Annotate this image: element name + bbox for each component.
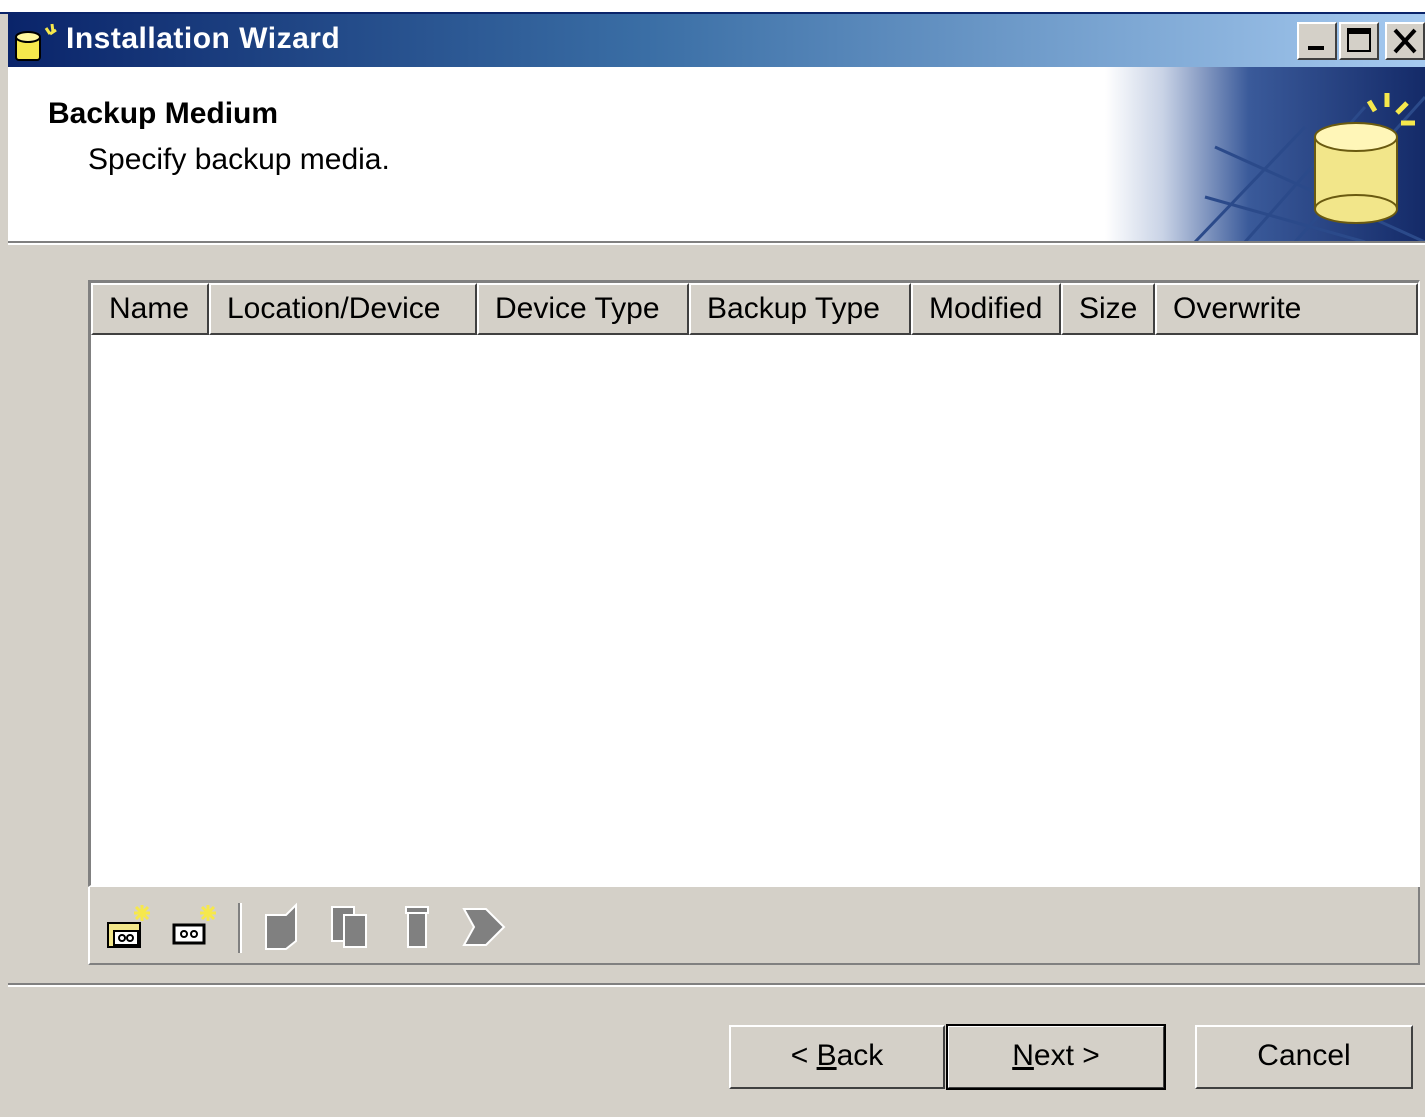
- delete-icon[interactable]: [394, 901, 444, 951]
- properties-icon[interactable]: [460, 901, 510, 951]
- column-header-size[interactable]: Size: [1061, 283, 1155, 335]
- new-folder-media-icon[interactable]: [104, 901, 154, 951]
- backup-media-list[interactable]: Name Location/Device Device Type Backup …: [88, 280, 1420, 887]
- column-header-modified[interactable]: Modified: [911, 283, 1061, 335]
- screen-top-strip: [0, 0, 1425, 14]
- wizard-header: Backup Medium Specify backup media.: [8, 67, 1425, 242]
- header-separator: [8, 241, 1425, 245]
- footer-separator: [8, 983, 1425, 987]
- next-button-label: ext >: [1033, 1039, 1100, 1072]
- copy-icon[interactable]: [326, 901, 376, 951]
- page-subtitle: Specify backup media.: [88, 143, 390, 176]
- close-button[interactable]: [1385, 22, 1425, 60]
- header-banner-art: [1105, 67, 1425, 242]
- title-bar[interactable]: Installation Wizard: [8, 14, 1425, 67]
- next-button[interactable]: Next >: [946, 1024, 1166, 1090]
- column-header-name[interactable]: Name: [91, 283, 209, 335]
- back-button-prefix: <: [790, 1039, 817, 1072]
- maximize-icon: [1347, 28, 1371, 52]
- window-title: Installation Wizard: [66, 22, 341, 55]
- close-icon: [1393, 28, 1417, 54]
- back-button[interactable]: < Back: [729, 1025, 945, 1089]
- new-tape-media-icon[interactable]: [170, 901, 220, 951]
- minimize-icon: [1308, 46, 1324, 50]
- toolbar-separator: [238, 903, 242, 953]
- column-header-backup-type[interactable]: Backup Type: [689, 283, 911, 335]
- back-button-mnemonic: B: [816, 1039, 837, 1072]
- maximize-button[interactable]: [1339, 22, 1379, 60]
- database-cylinder-icon: [1193, 93, 1425, 242]
- list-column-headers: Name Location/Device Device Type Backup …: [91, 283, 1418, 335]
- column-header-overwrite[interactable]: Overwrite: [1155, 283, 1418, 335]
- column-header-device-type[interactable]: Device Type: [477, 283, 689, 335]
- back-button-label: ack: [836, 1039, 884, 1072]
- media-toolbar: [88, 887, 1420, 965]
- cancel-button[interactable]: Cancel: [1195, 1025, 1413, 1089]
- column-header-location-device[interactable]: Location/Device: [209, 283, 477, 335]
- minimize-button[interactable]: [1297, 22, 1337, 60]
- edit-icon[interactable]: [260, 901, 310, 951]
- page-title: Backup Medium: [48, 97, 279, 130]
- next-button-mnemonic: N: [1012, 1039, 1034, 1072]
- database-wizard-icon: [15, 23, 57, 61]
